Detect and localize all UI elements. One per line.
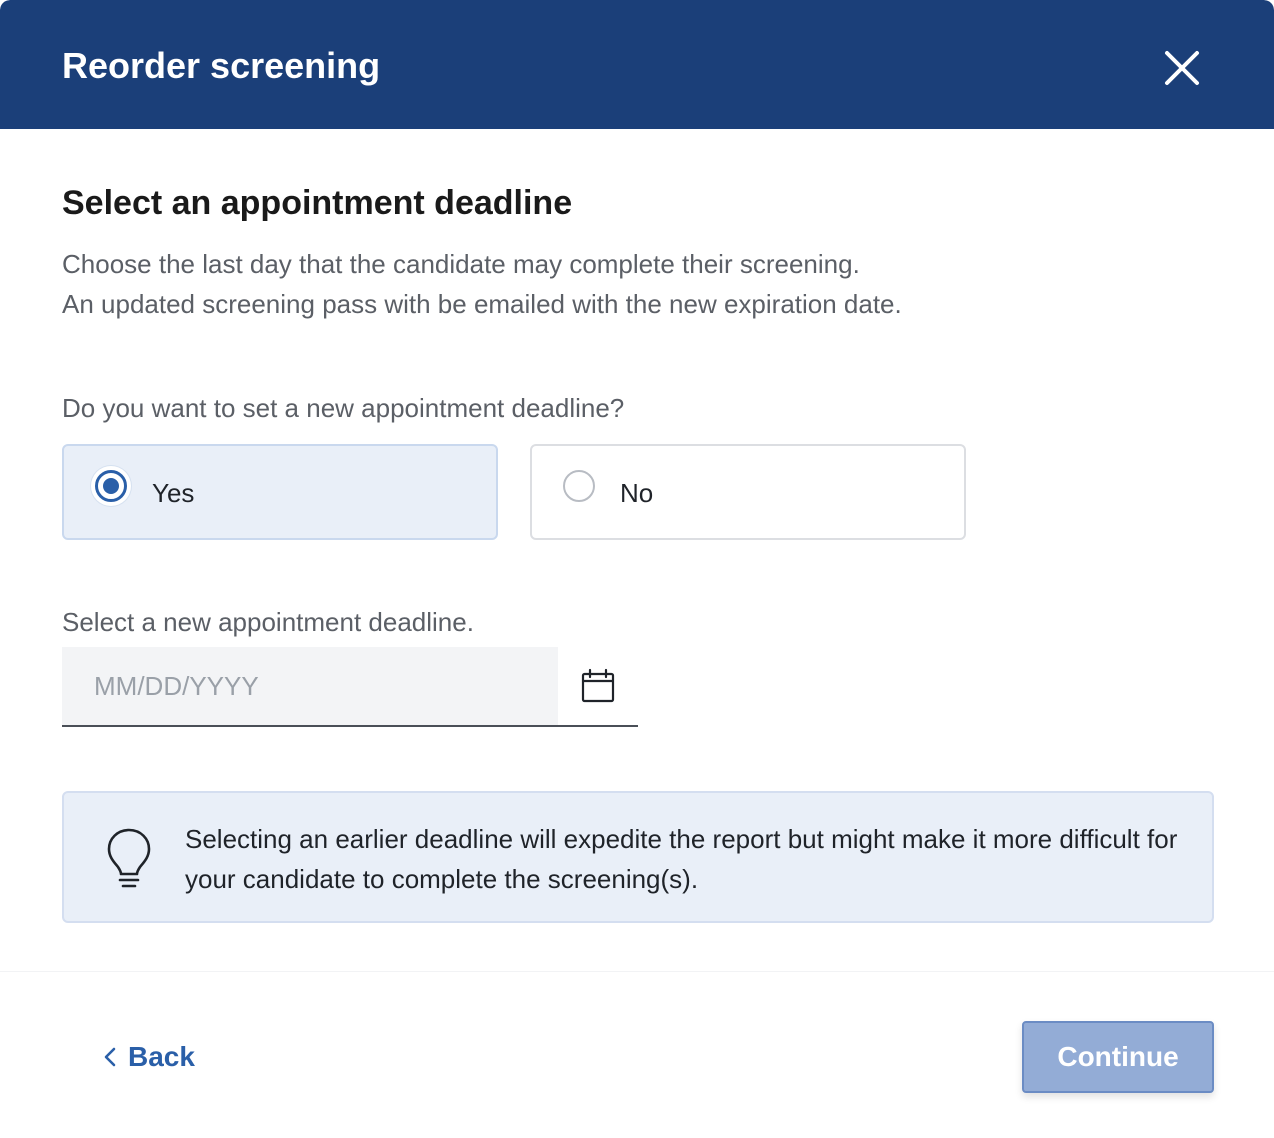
date-field-underline (62, 725, 638, 727)
date-field-label: Select a new appointment deadline. (62, 607, 474, 637)
option-no[interactable]: No (530, 444, 966, 540)
close-button[interactable] (1158, 44, 1206, 92)
description-line-2: An updated screening pass with be emaile… (62, 289, 902, 319)
info-text: Selecting an earlier deadline will exped… (185, 824, 1178, 894)
section-heading: Select an appointment deadline (62, 184, 573, 222)
date-field (62, 647, 638, 727)
back-button[interactable]: Back (100, 1034, 195, 1080)
option-yes[interactable]: Yes (62, 444, 498, 540)
dialog-header: Reorder screening (0, 0, 1274, 129)
continue-button[interactable]: Continue (1022, 1021, 1214, 1093)
option-no-label: No (620, 478, 654, 508)
info-notice: Selecting an earlier deadline will exped… (62, 791, 1214, 923)
reorder-screening-dialog: Reorder screening Select an appointment … (0, 0, 1274, 1138)
back-label: Back (128, 1041, 195, 1072)
dialog-title: Reorder screening (62, 45, 381, 86)
option-yes-label: Yes (152, 478, 195, 508)
lightbulb-icon (107, 828, 151, 888)
calendar-button[interactable] (576, 665, 620, 709)
close-icon (1165, 51, 1199, 85)
description-line-1: Choose the last day that the candidate m… (62, 249, 860, 279)
radio-selected-icon[interactable] (95, 470, 127, 502)
deadline-question: Do you want to set a new appointment dea… (62, 393, 625, 423)
deadline-date-input[interactable] (62, 647, 558, 725)
radio-unselected-icon[interactable] (563, 470, 595, 502)
chevron-left-icon (104, 1047, 116, 1067)
calendar-icon (581, 668, 615, 703)
